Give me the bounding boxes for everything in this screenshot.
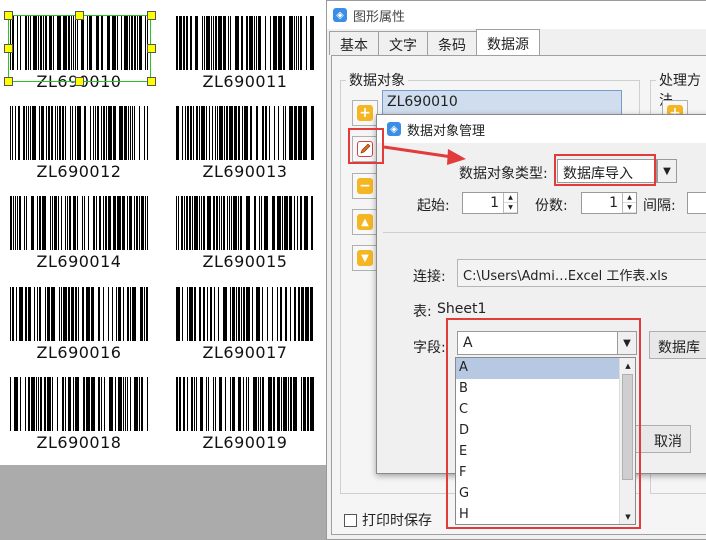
highlight-box: [348, 128, 384, 164]
barcode-text: ZL690017: [202, 343, 288, 362]
resize-handle[interactable]: [147, 77, 156, 86]
table-label: 表:: [413, 304, 432, 320]
barcode-bars: [176, 287, 313, 341]
resize-handle[interactable]: [4, 44, 13, 53]
data-object-list[interactable]: ZL690010: [382, 90, 622, 116]
remove-button[interactable]: −: [352, 173, 378, 199]
barcode[interactable]: ZL690019: [170, 375, 320, 459]
barcode-bars: [176, 106, 314, 160]
dialog-titlebar[interactable]: ◈ 数据对象管理: [377, 115, 706, 143]
copies-spinner[interactable]: 1 ▲ ▼: [581, 192, 637, 214]
barcode[interactable]: ZL690018: [4, 375, 154, 459]
barcode[interactable]: ZL690017: [170, 285, 320, 369]
barcode[interactable]: ZL690016: [4, 285, 154, 369]
barcode-bars: [10, 196, 148, 250]
barcode-text: ZL690014: [36, 252, 122, 271]
arrow-up-icon: ▲: [357, 214, 373, 230]
field-label: 字段:: [413, 340, 446, 356]
add-button[interactable]: +: [352, 100, 378, 126]
barcode-text: ZL690012: [36, 162, 122, 181]
interval-label: 间隔:: [643, 198, 676, 214]
barcode-text: ZL690016: [36, 343, 122, 362]
arrow-down-icon: ▼: [357, 250, 373, 266]
barcode-text: ZL690015: [202, 252, 288, 271]
barcode-bars: [176, 377, 314, 431]
barcode-text: ZL690013: [202, 162, 288, 181]
table-value: Sheet1: [437, 301, 487, 317]
print-save-label: 打印时保存: [362, 513, 432, 529]
highlight-box: [446, 318, 641, 529]
start-label: 起始:: [417, 198, 450, 214]
highlight-box: [554, 154, 656, 186]
resize-handle[interactable]: [147, 44, 156, 53]
app-icon: ◈: [387, 122, 401, 136]
barcode-bars: [10, 287, 148, 341]
resize-handle[interactable]: [75, 11, 84, 20]
data-objects-label: 数据对象: [346, 70, 408, 90]
barcode-bars: [176, 16, 314, 70]
copies-value[interactable]: 1: [582, 193, 622, 213]
dialog-divider: [383, 232, 706, 233]
label-canvas[interactable]: ZL690010 ZL690011 ZL690012 ZL690013 ZL69…: [0, 0, 330, 465]
barcode[interactable]: ZL690013: [170, 104, 320, 188]
move-down-button[interactable]: ▼: [352, 245, 378, 271]
tab-bar: 基本 文字 条码 数据源: [329, 29, 540, 55]
barcode-text: ZL690018: [36, 433, 122, 452]
barcode-text: ZL690019: [202, 433, 288, 452]
barcode[interactable]: ZL690011: [170, 14, 320, 98]
selection-frame[interactable]: [8, 15, 151, 82]
barcode[interactable]: ZL690015: [170, 194, 320, 278]
plus-icon: +: [357, 105, 373, 121]
database-button[interactable]: 数据库: [649, 331, 706, 359]
barcode-bars: [10, 377, 148, 431]
resize-handle[interactable]: [4, 77, 13, 86]
print-save-option[interactable]: 打印时保存: [344, 510, 432, 530]
tab-text[interactable]: 文字: [378, 31, 428, 55]
resize-handle[interactable]: [75, 77, 84, 86]
interval-spinner[interactable]: [687, 192, 706, 214]
app-icon: ◈: [333, 8, 347, 22]
spinner-arrows[interactable]: ▲ ▼: [503, 193, 517, 213]
start-value[interactable]: 1: [463, 193, 503, 213]
tab-barcode[interactable]: 条码: [427, 31, 477, 55]
dialog-title: 数据对象管理: [407, 123, 486, 139]
barcode[interactable]: ZL690014: [4, 194, 154, 278]
move-up-button[interactable]: ▲: [352, 209, 378, 235]
barcode-text: ZL690011: [202, 72, 288, 91]
list-item[interactable]: ZL690010: [383, 91, 621, 115]
tab-basic[interactable]: 基本: [329, 31, 379, 55]
connection-label: 连接:: [413, 269, 446, 285]
barcode[interactable]: ZL690012: [4, 104, 154, 188]
tab-data-source[interactable]: 数据源: [476, 29, 540, 55]
connection-field[interactable]: C:\Users\Admi…Excel 工作表.xls: [457, 259, 706, 287]
resize-handle[interactable]: [147, 11, 156, 20]
interval-value[interactable]: [688, 193, 706, 213]
window-titlebar[interactable]: ◈ 图形属性: [327, 1, 706, 29]
print-save-checkbox[interactable]: [344, 513, 357, 527]
type-label: 数据对象类型:: [459, 166, 548, 182]
resize-handle[interactable]: [4, 11, 13, 20]
copies-label: 份数:: [535, 198, 568, 214]
window-title: 图形属性: [353, 9, 406, 25]
barcode-bars: [176, 196, 313, 250]
start-spinner[interactable]: 1 ▲ ▼: [462, 192, 518, 214]
barcode-bars: [10, 106, 148, 160]
spinner-arrows[interactable]: ▲ ▼: [622, 193, 636, 213]
minus-icon: −: [357, 178, 373, 194]
chevron-down-icon[interactable]: ▼: [657, 159, 677, 183]
